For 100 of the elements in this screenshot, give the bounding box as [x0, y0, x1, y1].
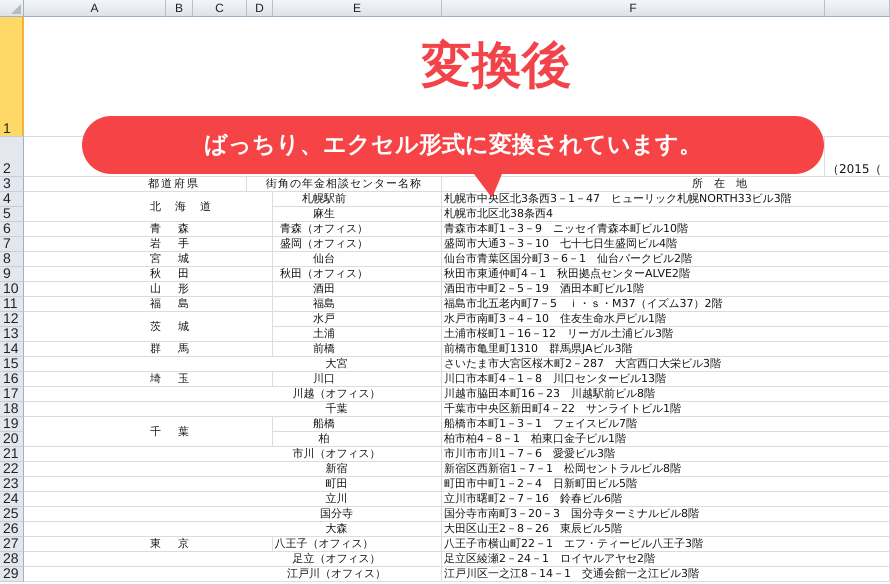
row-header[interactable]: 14 — [0, 342, 24, 357]
column-header[interactable]: A — [24, 0, 166, 17]
table-cell: 柏 — [273, 432, 442, 447]
table-cell: 川口市本町4－1－8 川口センタービル13階 — [442, 372, 890, 387]
row-header[interactable]: 9 — [0, 267, 24, 282]
table-cell: 川越市脇田本町16－23 川越駅前ビル8階 — [442, 387, 890, 402]
row-header[interactable]: 5 — [0, 207, 24, 222]
table-cell: 仙台市青葉区国分町3－6－1 仙台パークビル2階 — [442, 252, 890, 267]
row-header[interactable]: 13 — [0, 327, 24, 342]
row-header[interactable]: 27 — [0, 537, 24, 552]
callout-text: ばっちり、エクセル形式に変換されています。 — [204, 131, 702, 159]
row-header[interactable]: 2 — [0, 137, 24, 177]
row-header[interactable]: 11 — [0, 297, 24, 312]
table-cell: 千葉 — [24, 417, 273, 447]
table-cell: 秋田 — [24, 267, 273, 282]
row-header[interactable]: 20 — [0, 432, 24, 447]
table-cell: 福島市北五老内町7－5 ｉ・ｓ・M37（イズム37）2階 — [442, 297, 890, 312]
table-cell: 新宿 — [24, 462, 442, 477]
column-header[interactable]: B — [166, 0, 193, 17]
table-cell: 土浦 — [273, 327, 442, 342]
table-cell: 大森 — [24, 522, 442, 537]
table-cell: 柏市柏4－8－1 柏東口金子ビル1階 — [442, 432, 890, 447]
table-cell: 川口 — [273, 372, 442, 387]
table-cell: 酒田 — [273, 282, 442, 297]
row-header[interactable]: 10 — [0, 282, 24, 297]
row-header[interactable]: 16 — [0, 372, 24, 387]
table-cell: 埼玉 — [24, 372, 273, 387]
table-cell: 江戸川（オフィス） — [24, 567, 442, 582]
table-cell: 市川（オフィス） — [24, 447, 442, 462]
table-cell: 市川市市川1－7－6 愛愛ビル3階 — [442, 447, 890, 462]
row-header[interactable]: 6 — [0, 222, 24, 237]
table-cell: 千葉 — [24, 402, 442, 417]
column-header[interactable]: C — [193, 0, 247, 17]
table-cell: 八王子市横山町22－1 エフ・ティービル八王子3階 — [442, 537, 890, 552]
table-cell: 麻生 — [273, 207, 442, 222]
row-header[interactable]: 28 — [0, 552, 24, 567]
row-header[interactable]: 1 — [0, 17, 24, 137]
table-cell: 山形 — [24, 282, 273, 297]
table-cell: 仙台 — [273, 252, 442, 267]
row-header[interactable]: 21 — [0, 447, 24, 462]
row-header[interactable]: 8 — [0, 252, 24, 267]
table-cell: 水戸 — [273, 312, 442, 327]
row-header[interactable]: 17 — [0, 387, 24, 402]
table-cell: 福島 — [24, 297, 273, 312]
table-cell: 前橋 — [273, 342, 442, 357]
column-header[interactable] — [825, 0, 890, 17]
table-cell: 町田市中町1－2－4 日新町田ビル5階 — [442, 477, 890, 492]
table-cell: 国分寺市南町3－20－3 国分寺ターミナルビル8階 — [442, 507, 890, 522]
row-header[interactable]: 19 — [0, 417, 24, 432]
table-cell: 青森市本町1－3－9 ニッセイ青森本町ビル10階 — [442, 222, 890, 237]
row-header[interactable]: 3 — [0, 177, 24, 192]
row-header[interactable]: 22 — [0, 462, 24, 477]
table-cell: 宮城 — [24, 252, 273, 267]
table-cell: 札幌市北区北38条西4 — [442, 207, 890, 222]
table-cell: 足立（オフィス） — [24, 552, 442, 567]
row-header[interactable]: 4 — [0, 192, 24, 207]
row-header[interactable]: 15 — [0, 357, 24, 372]
table-cell: 足立区綾瀬2－24－1 ロイヤルアヤセ2階 — [442, 552, 890, 567]
table-cell: 都道府県 — [24, 177, 247, 192]
table-cell: 八王子（オフィス） — [273, 537, 442, 552]
table-cell: 青森 — [24, 222, 273, 237]
table-cell: 岩手 — [24, 237, 273, 252]
select-all-icon[interactable] — [11, 4, 21, 14]
row-header[interactable]: 26 — [0, 522, 24, 537]
table-cell: 街角の年金相談センター名称 — [247, 177, 442, 192]
table-cell: 町田 — [24, 477, 442, 492]
row-header[interactable]: 25 — [0, 507, 24, 522]
row-header[interactable]: 18 — [0, 402, 24, 417]
table-cell: 立川 — [24, 492, 442, 507]
table-cell: 茨城 — [24, 312, 273, 342]
table-cell: 立川市曙町2－7－16 鈴春ビル6階 — [442, 492, 890, 507]
table-cell: 新宿区西新宿1－7－1 松岡セントラルビル8階 — [442, 462, 890, 477]
row-header[interactable]: 7 — [0, 237, 24, 252]
table-cell: 盛岡（オフィス） — [273, 237, 442, 252]
table-cell: （2015（ — [825, 137, 890, 177]
row-header[interactable]: 24 — [0, 492, 24, 507]
table-cell: 国分寺 — [24, 507, 442, 522]
table-cell: 大田区山王2－8－26 東辰ビル5階 — [442, 522, 890, 537]
table-cell: さいたま市大宮区桜木町2－287 大宮西口大栄ビル3階 — [442, 357, 890, 372]
table-cell: 土浦市桜町1－16－12 リーガル土浦ビル3階 — [442, 327, 890, 342]
row-header[interactable]: 23 — [0, 477, 24, 492]
row-header[interactable]: 29 — [0, 567, 24, 582]
table-cell: 群馬 — [24, 342, 273, 357]
table-cell: 大宮 — [24, 357, 442, 372]
table-cell: 福島 — [273, 297, 442, 312]
table-cell: 川越（オフィス） — [24, 387, 442, 402]
table-cell: 青森（オフィス） — [273, 222, 442, 237]
table-cell: 船橋 — [273, 417, 442, 432]
column-header[interactable]: E — [273, 0, 442, 17]
table-cell: 水戸市南町3－4－10 住友生命水戸ビル1階 — [442, 312, 890, 327]
table-cell: 秋田市東通仲町4－1 秋田拠点センターALVE2階 — [442, 267, 890, 282]
column-header[interactable]: F — [442, 0, 825, 17]
table-cell: 江戸川区一之江8－14－1 交通会館一之江ビル3階 — [442, 567, 890, 582]
sheet-title: 変換後 — [420, 35, 572, 95]
table-cell: 秋田（オフィス） — [273, 267, 442, 282]
column-header[interactable]: D — [247, 0, 273, 17]
table-cell: 東京 — [24, 537, 273, 552]
row-header[interactable]: 12 — [0, 312, 24, 327]
table-cell: 千葉市中央区新田町4－22 サンライトビル1階 — [442, 402, 890, 417]
table-cell: 酒田市中町2－5－19 酒田本町ビル1階 — [442, 282, 890, 297]
